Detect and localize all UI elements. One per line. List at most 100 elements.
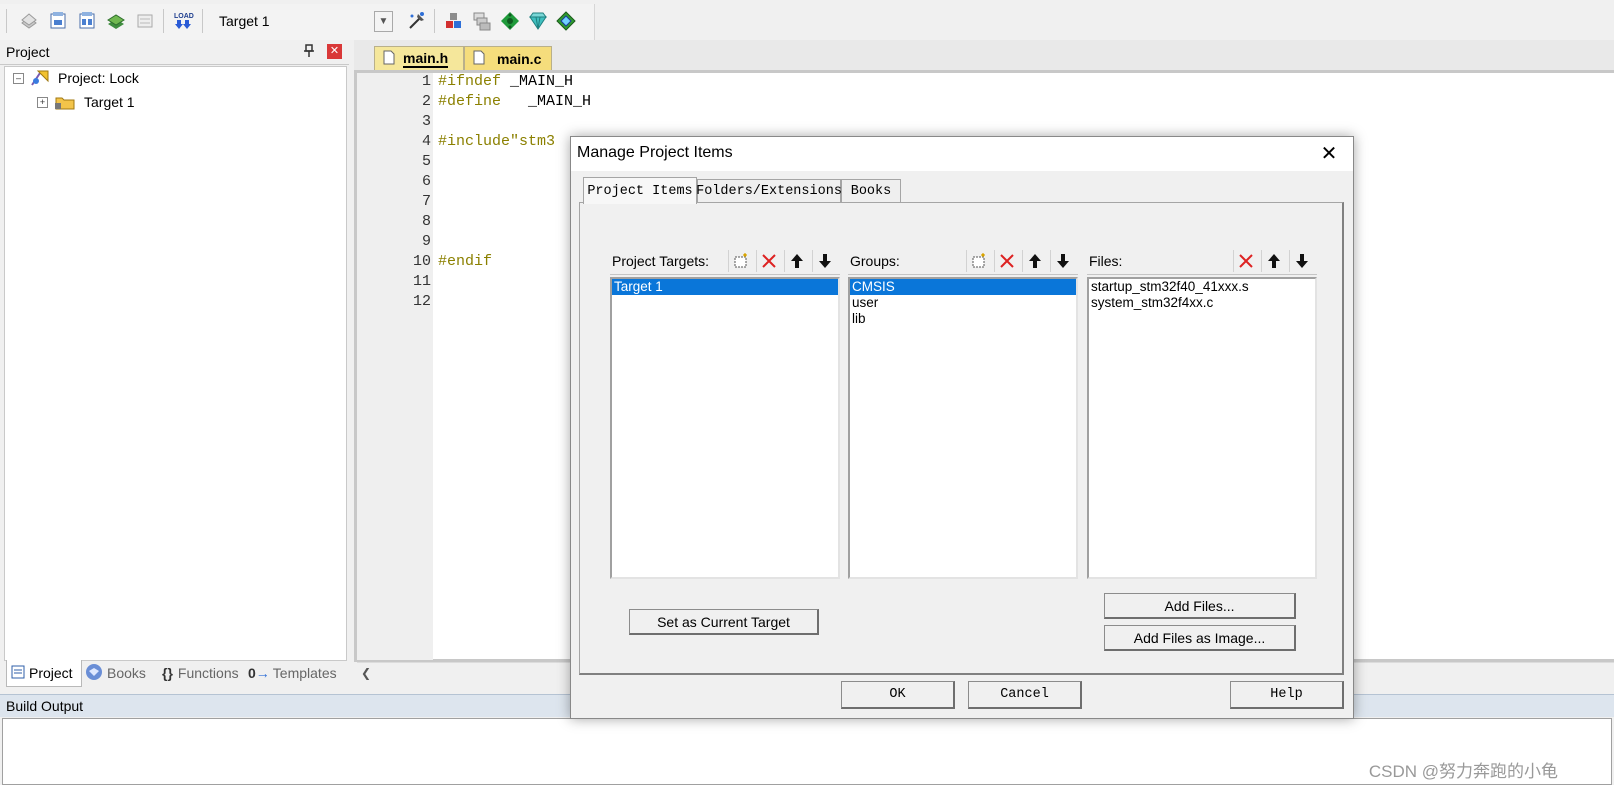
button-label: Set as Current Target	[657, 613, 790, 630]
set-current-target-button[interactable]: Set as Current Target	[629, 609, 819, 635]
code-keyword: #include	[438, 133, 511, 150]
tab-label: Project	[29, 665, 73, 681]
code-keyword: #define	[438, 93, 502, 110]
tree-item-label: Project: Lock	[58, 70, 139, 86]
rebuild-icon[interactable]	[76, 10, 98, 32]
files-list[interactable]: startup_stm32f40_41xxx.s system_stm32f4x…	[1087, 277, 1317, 579]
new-item-icon[interactable]	[728, 250, 753, 272]
scroll-left-icon[interactable]: ❮	[361, 666, 371, 680]
files-header: Files:	[1087, 248, 1317, 275]
new-item-icon[interactable]	[966, 250, 991, 272]
delete-icon[interactable]	[994, 250, 1019, 272]
cancel-button[interactable]: Cancel	[968, 681, 1082, 709]
project-window-icon	[11, 665, 25, 682]
button-label: Add Files as Image...	[1133, 629, 1266, 646]
expand-icon[interactable]: +	[37, 96, 48, 108]
list-item[interactable]: user	[850, 295, 1076, 311]
target-select[interactable]: Target 1 ▼	[213, 9, 393, 33]
translate-icon[interactable]	[18, 10, 40, 32]
pin-icon[interactable]	[303, 44, 317, 60]
code-keyword: #ifndef	[438, 73, 502, 90]
toolbar-separator	[434, 9, 435, 33]
tab-templates[interactable]: 0→ Templates	[248, 660, 340, 686]
build-output-title: Build Output	[6, 698, 84, 714]
move-down-icon[interactable]	[812, 250, 837, 272]
tab-label: Templates	[272, 665, 337, 681]
tab-label: Folders/Extensions	[696, 184, 842, 199]
line-number: 8	[421, 213, 431, 230]
select-packs-icon[interactable]	[471, 10, 493, 32]
move-down-icon[interactable]	[1289, 250, 1314, 272]
code-text: _MAIN_H	[501, 73, 574, 90]
close-icon[interactable]: ✕	[1317, 143, 1341, 167]
tab-project[interactable]: Project	[6, 660, 82, 687]
delete-icon[interactable]	[1233, 250, 1258, 272]
manage-run-time-icon[interactable]	[499, 10, 521, 32]
delete-icon[interactable]	[756, 250, 781, 272]
toolbar-grip	[6, 9, 7, 33]
tab-main-h[interactable]: main.h	[374, 46, 464, 71]
toolbar-separator	[163, 9, 164, 33]
start-debug-icon[interactable]	[555, 10, 577, 32]
move-up-icon[interactable]	[784, 250, 809, 272]
tab-books[interactable]: Books	[841, 179, 901, 203]
project-tree: – Project: Lock + Target 1	[4, 66, 347, 661]
project-panel-header: Project ✕	[0, 40, 349, 65]
tab-project-items[interactable]: Project Items	[583, 177, 697, 204]
tab-books[interactable]: Books	[84, 660, 156, 686]
chevron-down-icon[interactable]: ▼	[374, 11, 393, 32]
tab-label: main.h	[403, 50, 449, 68]
ok-button[interactable]: OK	[841, 681, 955, 709]
files-label: Files:	[1089, 253, 1123, 269]
list-item[interactable]: startup_stm32f40_41xxx.s	[1089, 279, 1315, 295]
tree-item-label: Target 1	[84, 94, 135, 110]
project-icon	[30, 69, 50, 87]
templates-icon: 0→	[248, 665, 270, 681]
target-options-icon[interactable]	[406, 10, 428, 32]
file-icon	[383, 50, 395, 68]
tree-item-project[interactable]: – Project: Lock	[13, 68, 139, 88]
build-icon[interactable]	[47, 10, 69, 32]
close-icon[interactable]: ✕	[327, 44, 342, 59]
code-text: "stm3	[510, 133, 556, 150]
line-number: 1	[421, 73, 431, 90]
targets-list[interactable]: Target 1	[610, 277, 840, 579]
tab-functions[interactable]: {} Functions	[162, 660, 244, 686]
pack-installer-icon[interactable]	[527, 10, 549, 32]
line-number: 11	[412, 273, 431, 290]
list-item[interactable]: Target 1	[612, 279, 838, 295]
move-down-icon[interactable]	[1050, 250, 1075, 272]
button-label: Help	[1270, 687, 1303, 702]
add-files-button[interactable]: Add Files...	[1104, 593, 1296, 619]
stop-build-icon[interactable]	[134, 10, 156, 32]
help-button[interactable]: Help	[1230, 681, 1344, 709]
collapse-icon[interactable]: –	[13, 72, 24, 84]
tab-main-c[interactable]: main.c	[464, 46, 552, 71]
move-up-icon[interactable]	[1261, 250, 1286, 272]
line-number: 6	[421, 173, 431, 190]
batch-build-icon[interactable]	[105, 10, 127, 32]
code-line: #ifndef _MAIN_H	[438, 73, 573, 90]
project-panel-title: Project	[6, 44, 50, 60]
tree-item-target[interactable]: + Target 1	[37, 92, 135, 112]
file-extensions-icon[interactable]	[443, 10, 465, 32]
groups-list[interactable]: CMSIS user lib	[848, 277, 1078, 579]
code-keyword: #endif	[438, 253, 493, 270]
code-text: _MAIN_H	[501, 93, 592, 110]
list-item[interactable]: system_stm32f4xx.c	[1089, 295, 1315, 311]
list-item[interactable]: CMSIS	[850, 279, 1076, 295]
tab-label: Project Items	[587, 183, 693, 199]
manage-project-items-dialog: Manage Project Items ✕ Project Items Fol…	[570, 136, 1354, 719]
list-item[interactable]: lib	[850, 311, 1076, 327]
groups-label: Groups:	[850, 253, 900, 269]
books-icon	[84, 663, 104, 684]
add-files-as-image-button[interactable]: Add Files as Image...	[1104, 625, 1296, 651]
download-icon[interactable]: LOAD	[172, 10, 194, 32]
watermark: CSDN @努力奔跑的小龟	[1368, 762, 1558, 781]
button-label: Cancel	[1000, 687, 1049, 702]
line-number: 12	[412, 293, 431, 310]
svg-text:LOAD: LOAD	[174, 13, 194, 20]
tab-folders-extensions[interactable]: Folders/Extensions	[696, 179, 842, 203]
move-up-icon[interactable]	[1022, 250, 1047, 272]
tab-label: Books	[107, 665, 146, 681]
